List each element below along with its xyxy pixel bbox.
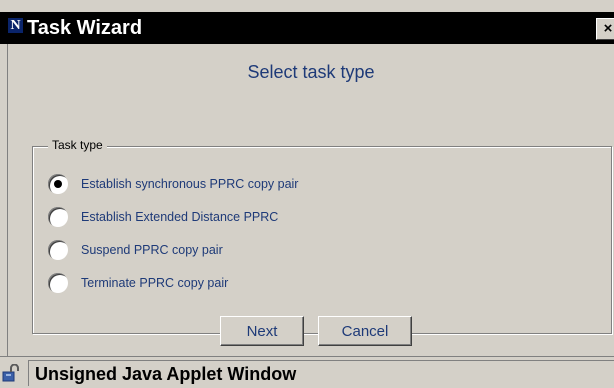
window-left-border [0,44,8,356]
radio-button[interactable] [48,207,68,227]
task-type-group-label: Task type [48,138,107,152]
radio-button[interactable] [48,273,68,293]
radio-option-label[interactable]: Establish Extended Distance PPRC [81,208,278,226]
cancel-button[interactable]: Cancel [318,316,412,346]
window-title: Task Wizard [27,17,143,39]
radio-button[interactable] [48,240,68,260]
task-wizard-window: N Task Wizard × Select task type Task ty… [0,0,614,388]
page-heading: Select task type [247,62,375,82]
unlocked-padlock-icon [2,364,19,382]
wizard-content: Select task type Task type Establish syn… [8,44,614,356]
app-n-icon: N [8,18,23,33]
next-button[interactable]: Next [220,316,304,346]
radio-button[interactable] [48,174,68,194]
radio-option-label[interactable]: Suspend PPRC copy pair [81,241,223,259]
status-text: Unsigned Java Applet Window [28,360,614,386]
radio-option-label[interactable]: Terminate PPRC copy pair [81,274,228,292]
radio-selected-dot [54,180,62,188]
close-button[interactable]: × [596,18,614,40]
radio-option-label[interactable]: Establish synchronous PPRC copy pair [81,175,298,193]
